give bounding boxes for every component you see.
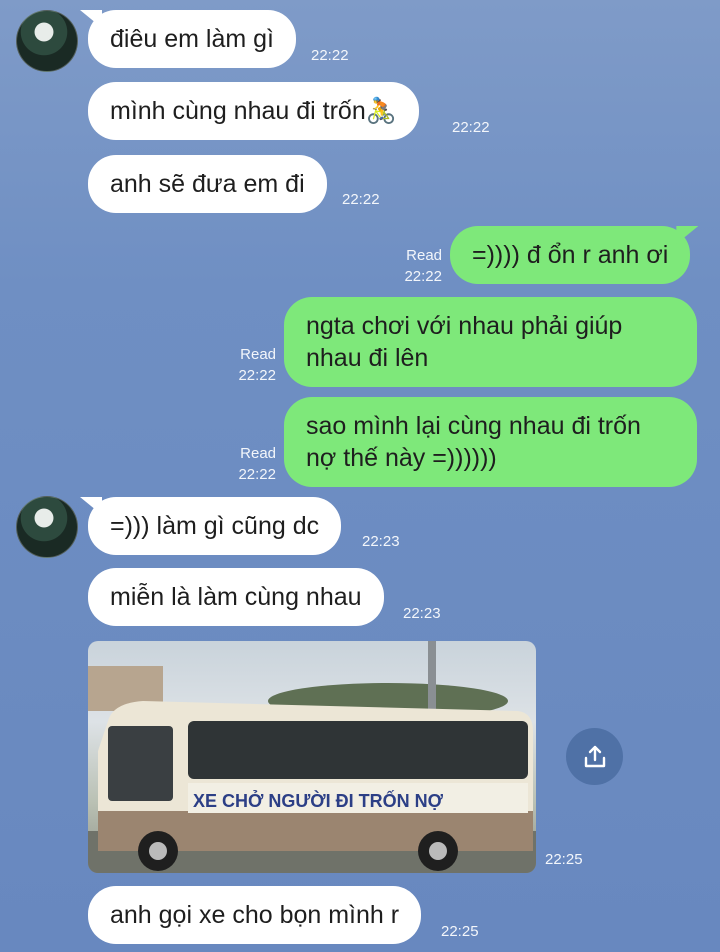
message-bubble-incoming[interactable]: =))) làm gì cũng dc [88,497,342,555]
contact-avatar[interactable] [16,10,78,72]
message-text: điêu em làm gì [110,25,274,53]
message-time: 22:23 [362,533,400,550]
message-text-line: sao mình lại cùng nhau đi trốn [306,412,641,440]
read-receipt: Read 22:22 [392,245,442,287]
message-text: =)))) đ ổn r anh ơi [472,241,669,269]
message-text: =))) làm gì cũng dc [110,512,320,540]
message-text: miễn là làm cùng nhau [110,583,362,611]
bus-photo: XE CHỞ NGƯỜI ĐI TRỐN NỢ [88,641,536,873]
message-bubble-incoming[interactable]: điêu em làm gì [88,10,296,68]
message-bubble-incoming[interactable]: anh gọi xe cho bọn mình r [88,886,422,944]
message-bubble-outgoing[interactable]: ngta chơi với nhau phải giúp nhau đi lên [284,297,697,387]
message-text: anh sẽ đưa em đi [110,170,305,198]
contact-avatar[interactable] [16,496,78,558]
cyclist-emoji-icon: 🚴 [365,97,397,125]
photo-message[interactable]: XE CHỞ NGƯỜI ĐI TRỐN NỢ [88,641,536,873]
read-receipt: Read 22:22 [226,443,276,485]
message-text-line: nợ thế này =)))))) [306,444,497,472]
message-time: 22:23 [403,605,441,622]
message-bubble-incoming[interactable]: anh sẽ đưa em đi [88,155,327,213]
message-time: 22:22 [238,466,276,483]
message-bubble-incoming[interactable]: miễn là làm cùng nhau [88,568,384,626]
read-status: Read [240,346,276,363]
message-time: 22:22 [342,191,380,208]
read-status: Read [240,445,276,462]
message-text: mình cùng nhau đi trốn [110,97,366,125]
message-text-line: nhau đi lên [306,344,429,372]
message-time: 22:25 [441,923,479,940]
message-bubble-incoming[interactable]: mình cùng nhau đi trốn🚴 [88,82,419,140]
bus-side-lettering: XE CHỞ NGƯỜI ĐI TRỐN NỢ [193,790,444,811]
message-text: anh gọi xe cho bọn mình r [110,901,400,929]
message-time: 22:22 [311,47,349,64]
message-bubble-outgoing[interactable]: =)))) đ ổn r anh ơi [450,226,691,284]
message-time: 22:22 [404,268,442,285]
share-button[interactable] [566,728,623,785]
share-upload-icon [584,745,605,767]
message-time: 22:22 [452,119,490,136]
read-status: Read [406,247,442,264]
message-time: 22:25 [545,851,583,868]
message-text-line: ngta chơi với nhau phải giúp [306,312,623,340]
message-bubble-outgoing[interactable]: sao mình lại cùng nhau đi trốn nợ thế nà… [284,397,697,487]
read-receipt: Read 22:22 [226,344,276,386]
message-time: 22:22 [238,367,276,384]
